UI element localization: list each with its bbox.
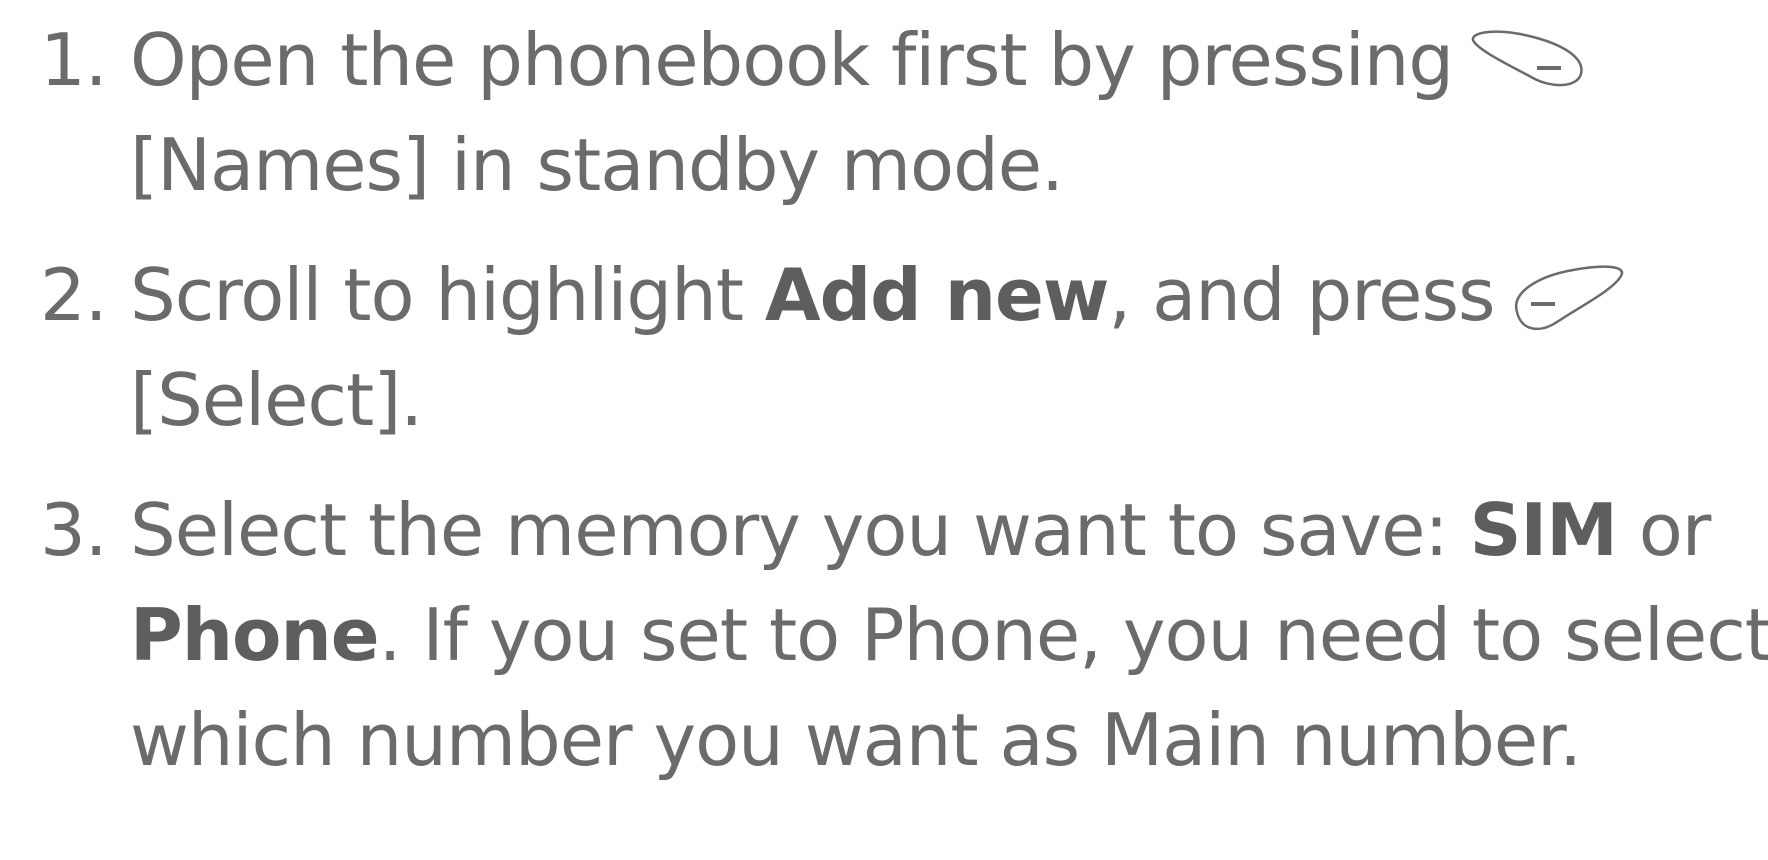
step-text: Open the phonebook first by pressing [Na… xyxy=(130,8,1760,218)
left-soft-key-icon xyxy=(1467,28,1587,90)
step-line: which number you want as Main number. xyxy=(130,698,1582,782)
step-line: Scroll to highlight Add new, and press xyxy=(130,243,1760,348)
step-line-text: or xyxy=(1616,488,1712,572)
instruction-document: 1. Open the phonebook first by pressing … xyxy=(0,0,1768,860)
right-soft-key-icon xyxy=(1509,252,1629,336)
step-number: 2. xyxy=(40,253,108,337)
step-line-text: , and press xyxy=(1108,253,1495,337)
memory-option-sim: SIM xyxy=(1469,488,1618,572)
step-line: Phone. If you set to Phone, you need to … xyxy=(130,583,1768,688)
step-line-text: Select the memory you want to save: xyxy=(130,488,1470,572)
step-text: Scroll to highlight Add new, and press [… xyxy=(130,243,1760,453)
step-line-text: Open the phonebook first by pressing xyxy=(130,18,1454,102)
step-line-text: Scroll to highlight xyxy=(130,253,765,337)
step-text: Select the memory you want to save: SIM … xyxy=(130,478,1768,793)
menu-option-add-new: Add new xyxy=(764,253,1109,337)
step-line: Open the phonebook first by pressing xyxy=(130,8,1760,113)
memory-option-phone: Phone xyxy=(130,593,380,677)
step-line: [Names] in standby mode. xyxy=(130,123,1064,207)
step-number: 3. xyxy=(40,488,108,572)
step-line: [Select]. xyxy=(130,358,423,442)
step-line: Select the memory you want to save: SIM … xyxy=(130,478,1760,583)
step-number: 1. xyxy=(40,18,108,102)
step-line-text: . If you set to Phone, you need to selec… xyxy=(378,593,1768,677)
